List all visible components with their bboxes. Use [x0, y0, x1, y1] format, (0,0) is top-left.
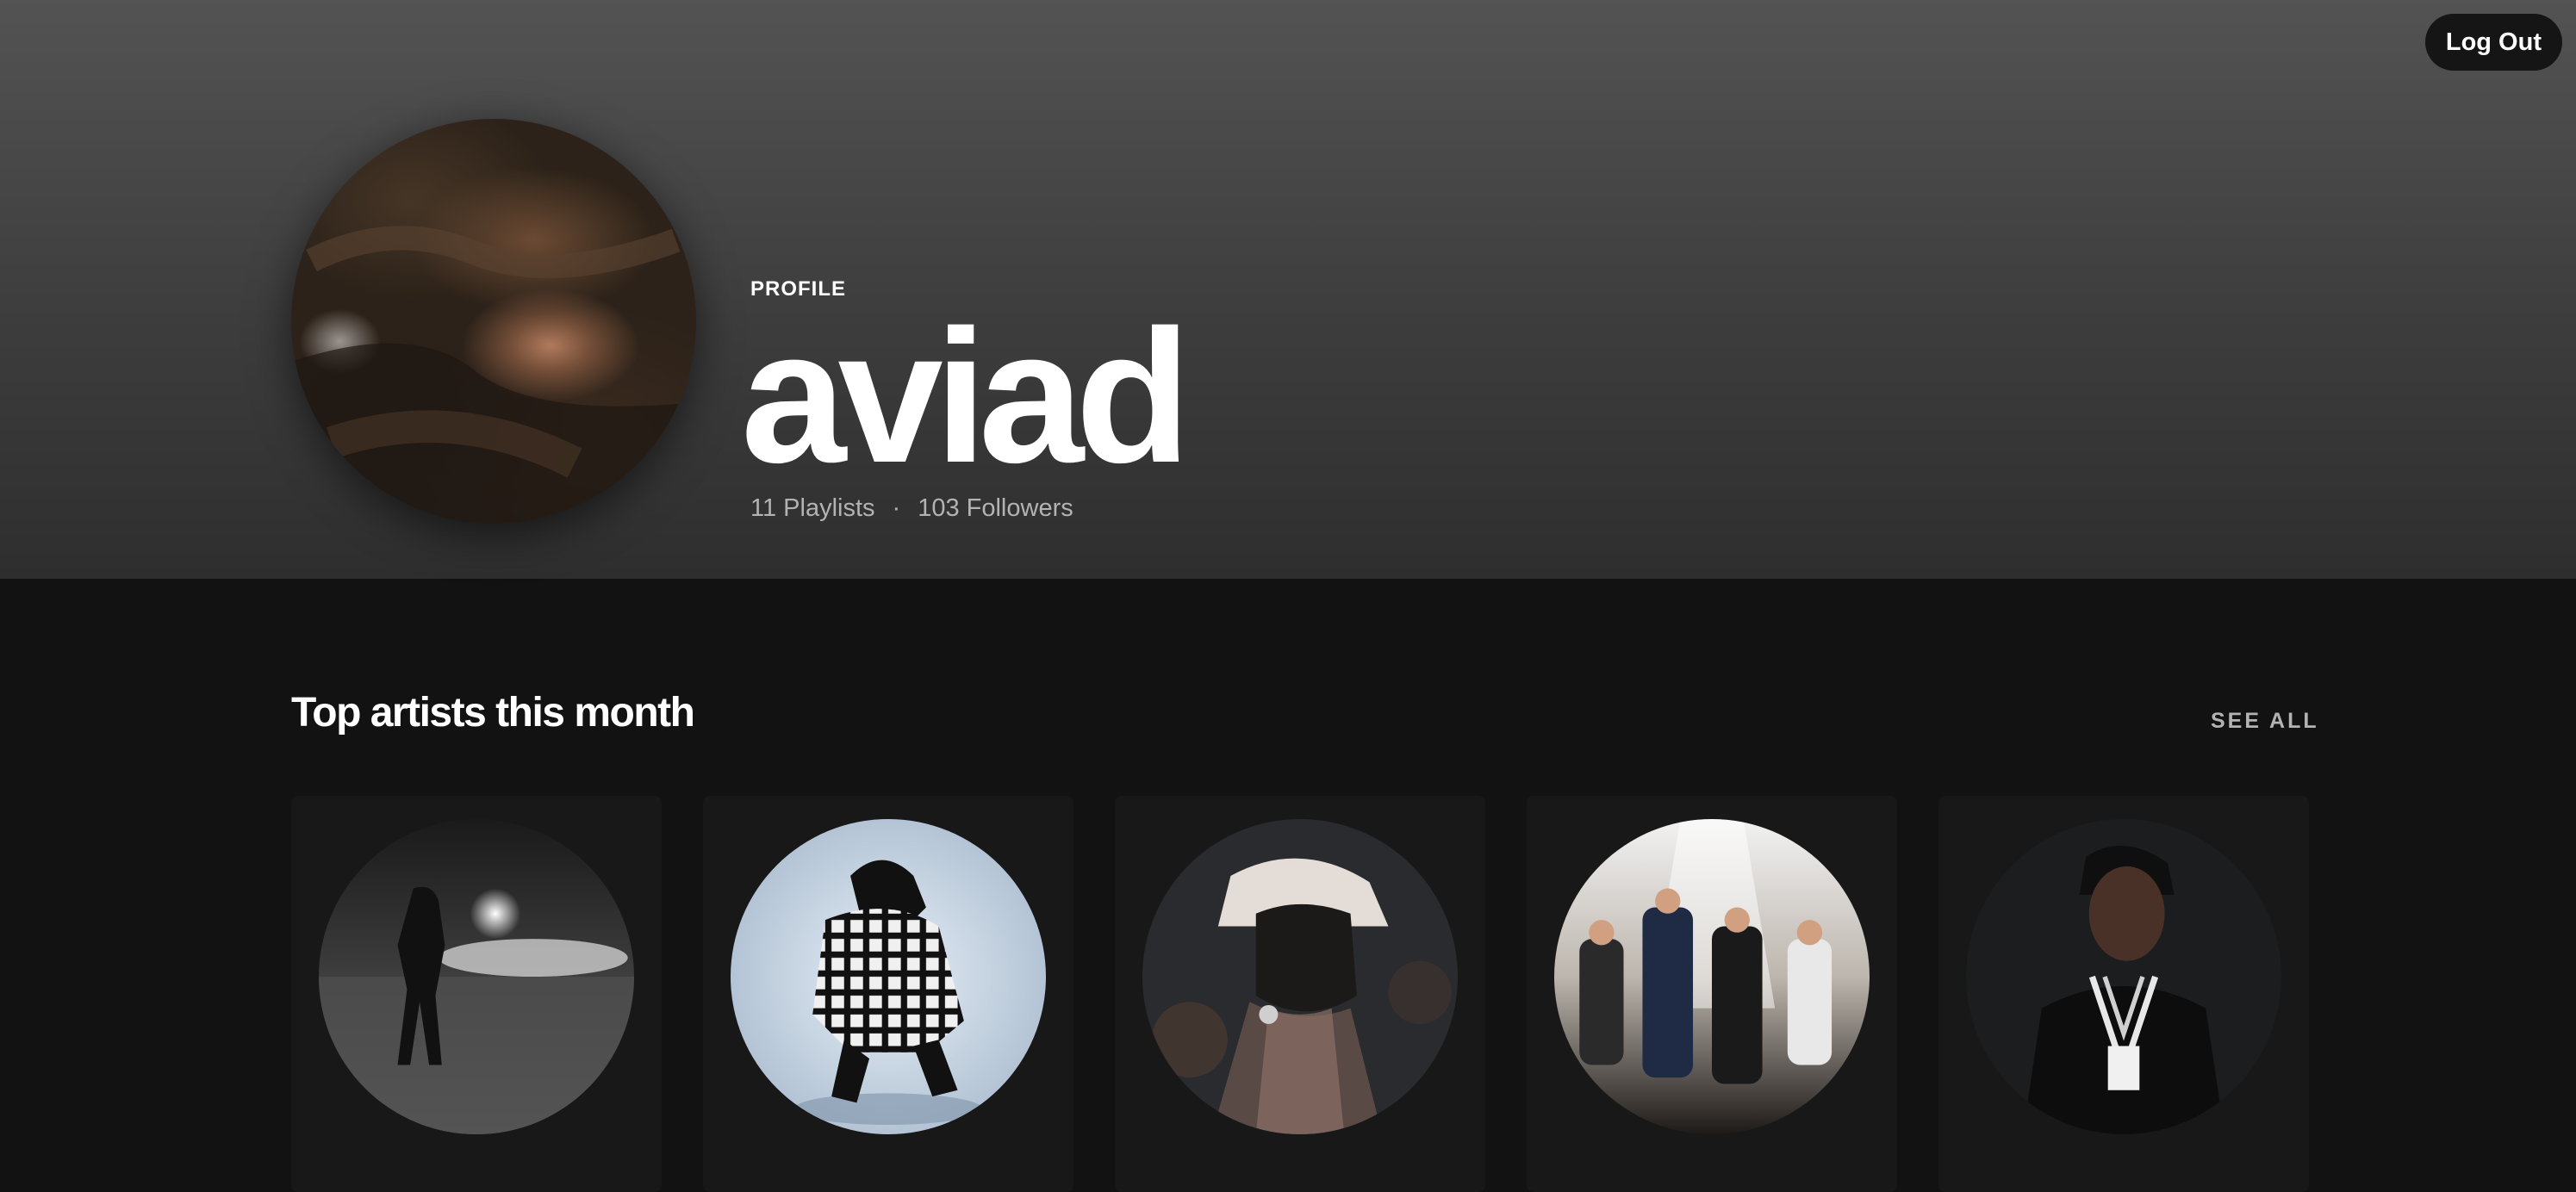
artist-card[interactable] [291, 796, 662, 1192]
artist-image [1554, 819, 1870, 1134]
profile-username: aviad [741, 290, 1192, 502]
profile-stats: 11 Playlists · 103 Followers [750, 494, 1073, 523]
artist-image [1966, 819, 2281, 1134]
artist-card[interactable] [1527, 796, 1897, 1192]
artist-card[interactable] [1938, 796, 2309, 1192]
artist-image [319, 819, 634, 1134]
see-all-link[interactable]: SEE ALL [2211, 709, 2319, 734]
profile-header: Log Out PROFILE aviad 11 Playlists · 103… [0, 0, 2576, 579]
followers-count[interactable]: 103 Followers [918, 494, 1073, 523]
stats-separator: · [892, 494, 901, 522]
artist-card[interactable] [703, 796, 1073, 1192]
artist-image [1142, 819, 1458, 1134]
artist-image [731, 819, 1046, 1134]
logout-button[interactable]: Log Out [2424, 14, 2562, 71]
artist-card[interactable] [1115, 796, 1485, 1192]
playlists-count[interactable]: 11 Playlists [750, 494, 875, 523]
avatar [291, 119, 696, 524]
section-title-top-artists[interactable]: Top artists this month [291, 689, 695, 736]
